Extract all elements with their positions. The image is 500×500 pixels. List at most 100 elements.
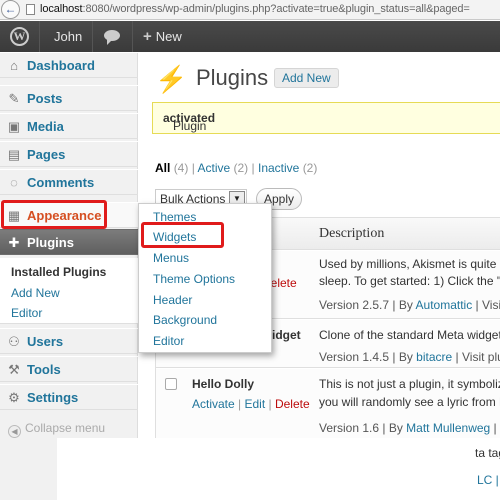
delete-link[interactable]: Delete <box>275 397 310 411</box>
edit-link[interactable]: Edit <box>244 397 265 411</box>
flyout-item-background[interactable]: Background <box>153 313 217 327</box>
row-actions: Activate | Edit | Delete <box>192 397 310 411</box>
filter-inactive[interactable]: Inactive <box>258 161 299 175</box>
table-row: Hello Dolly Activate | Edit | Delete Thi… <box>156 369 500 443</box>
plugin-icon: ✚ <box>8 235 20 250</box>
sidebar-item-label: Users <box>27 334 64 349</box>
sidebar-item-posts[interactable]: ✎ Posts <box>0 85 138 111</box>
sidebar-item-label: Posts <box>27 91 63 106</box>
sidebar-item-label: Pages <box>27 147 66 162</box>
add-new-button[interactable]: Add New <box>274 68 339 88</box>
admin-bar-user[interactable]: John <box>54 29 82 44</box>
plugin-version: Version 1.6 | By Matt Mullenweg | Vis <box>319 421 500 435</box>
separator <box>132 21 133 52</box>
sidebar-item-label: Plugins <box>27 235 74 250</box>
url-field[interactable]: localhost:8080/wordpress/wp-admin/plugin… <box>40 3 470 15</box>
notice-prefix: Plugin <box>173 119 207 133</box>
plugin-description-line: you will randomly see a lyric from H <box>319 395 500 409</box>
notice-text: Plugin activated. <box>163 111 215 133</box>
widgets-highlight <box>141 222 224 248</box>
new-label: New <box>155 29 182 44</box>
url-host: localhost <box>40 3 83 15</box>
filter-all[interactable]: All <box>155 161 170 175</box>
visit-text: | Visit plug <box>455 350 500 364</box>
pages-icon: ▤ <box>7 147 21 162</box>
text-fragment: ta tag <box>475 446 500 460</box>
activation-notice: Plugin activated. <box>152 102 500 134</box>
comments-icon: ◌ <box>10 175 18 190</box>
separator <box>39 21 40 52</box>
plugin-description-line: This is not just a plugin, it symboliz <box>319 377 500 391</box>
notice-suffix: . <box>173 119 177 133</box>
plugins-submenu: Installed Plugins Add New Editor <box>0 258 138 324</box>
submenu-installed-plugins[interactable]: Installed Plugins <box>11 265 106 279</box>
plugin-name: Hello Dolly <box>192 377 255 391</box>
sidebar-item-label: Comments <box>27 175 95 190</box>
tools-icon: ⚒ <box>8 362 20 377</box>
sidebar-item-comments[interactable]: ◌ Comments <box>0 169 138 195</box>
collapse-arrow-icon: ◀ <box>8 425 21 438</box>
sidebar-item-tools[interactable]: ⚒ Tools <box>0 356 138 382</box>
sidebar-item-dashboard[interactable]: ⌂ Dashboard <box>0 52 138 78</box>
sidebar-item-pages[interactable]: ▤ Pages <box>0 141 138 167</box>
plugin-description-line: Used by millions, Akismet is quite p <box>319 257 500 271</box>
browser-address-bar: ← localhost:8080/wordpress/wp-admin/plug… <box>0 0 500 20</box>
filter-inactive-count: (2) <box>302 161 318 175</box>
back-arrow-icon[interactable]: ← <box>1 0 20 19</box>
sidebar-item-settings[interactable]: ⚙ Settings <box>0 384 138 410</box>
version-text: Version 1.4.5 | By <box>319 350 417 364</box>
media-icon: ▣ <box>7 119 21 134</box>
filter-all-count: (4) <box>173 161 189 175</box>
dashboard-icon: ⌂ <box>10 58 18 73</box>
submenu-add-new[interactable]: Add New <box>11 286 60 300</box>
admin-bar: W John + New <box>0 21 500 52</box>
plugin-description-line: sleep. To get started: 1) Click the "A <box>319 274 500 288</box>
admin-bar-new[interactable]: + New <box>143 28 182 45</box>
visit-text: | Visit p <box>475 298 500 312</box>
flyout-item-header[interactable]: Header <box>153 293 192 307</box>
status-filter-links: All (4) | Active (2) | Inactive (2) <box>155 161 318 175</box>
separator <box>92 21 93 52</box>
flyout-item-menus[interactable]: Menus <box>153 251 189 265</box>
plugin-version: Version 2.5.7 | By Automattic | Visit p <box>319 298 500 312</box>
plugin-version: Version 1.4.5 | By bitacre | Visit plug <box>319 350 500 364</box>
appearance-highlight <box>1 200 107 229</box>
sidebar-item-label: Tools <box>27 362 61 377</box>
activate-link[interactable]: Activate <box>192 397 235 411</box>
sidebar-item-label: Settings <box>27 390 79 405</box>
flyout-item-editor[interactable]: Editor <box>153 334 184 348</box>
row-checkbox[interactable] <box>165 378 177 390</box>
collapse-menu[interactable]: ◀ Collapse menu <box>8 421 105 438</box>
overlay-panel: ta tag LC | <box>57 438 500 500</box>
sidebar-item-plugins[interactable]: ✚ Plugins <box>0 229 138 255</box>
admin-sidebar: ⌂ Dashboard ✎ Posts ▣ Media ▤ Pages ◌ Co… <box>0 52 138 500</box>
filter-active[interactable]: Active <box>197 161 230 175</box>
plugin-name: idget <box>272 328 301 342</box>
author-link[interactable]: Automattic <box>416 298 473 312</box>
plugin-description-line: Clone of the standard Meta widget v <box>319 328 500 342</box>
plus-icon: + <box>143 28 152 45</box>
version-text: Version 1.6 | By <box>319 421 407 435</box>
author-link[interactable]: bitacre <box>416 350 452 364</box>
pin-icon: ✎ <box>8 91 20 106</box>
flyout-item-theme-options[interactable]: Theme Options <box>153 272 235 286</box>
plugins-page-icon: ⚡ <box>155 64 188 94</box>
filter-active-count: (2) <box>233 161 249 175</box>
author-link[interactable]: Matt Mullenweg <box>406 421 490 435</box>
users-icon: ⚇ <box>8 334 20 349</box>
visit-text: | Vis <box>493 421 500 435</box>
settings-icon: ⚙ <box>8 390 20 405</box>
column-description: Description <box>319 226 385 241</box>
version-text: Version 2.5.7 | By <box>319 298 416 312</box>
wordpress-logo-icon[interactable]: W <box>10 27 29 46</box>
page-icon <box>26 4 35 15</box>
url-path: :8080/wordpress/wp-admin/plugins.php?act… <box>82 3 470 15</box>
sidebar-item-media[interactable]: ▣ Media <box>0 113 138 139</box>
submenu-editor[interactable]: Editor <box>11 306 42 320</box>
comment-bubble-icon[interactable] <box>104 30 120 45</box>
sidebar-item-label: Dashboard <box>27 58 95 73</box>
collapse-label: Collapse menu <box>25 421 106 435</box>
page-title: Plugins <box>196 65 269 90</box>
sidebar-item-label: Media <box>27 119 64 134</box>
sidebar-item-users[interactable]: ⚇ Users <box>0 328 138 354</box>
